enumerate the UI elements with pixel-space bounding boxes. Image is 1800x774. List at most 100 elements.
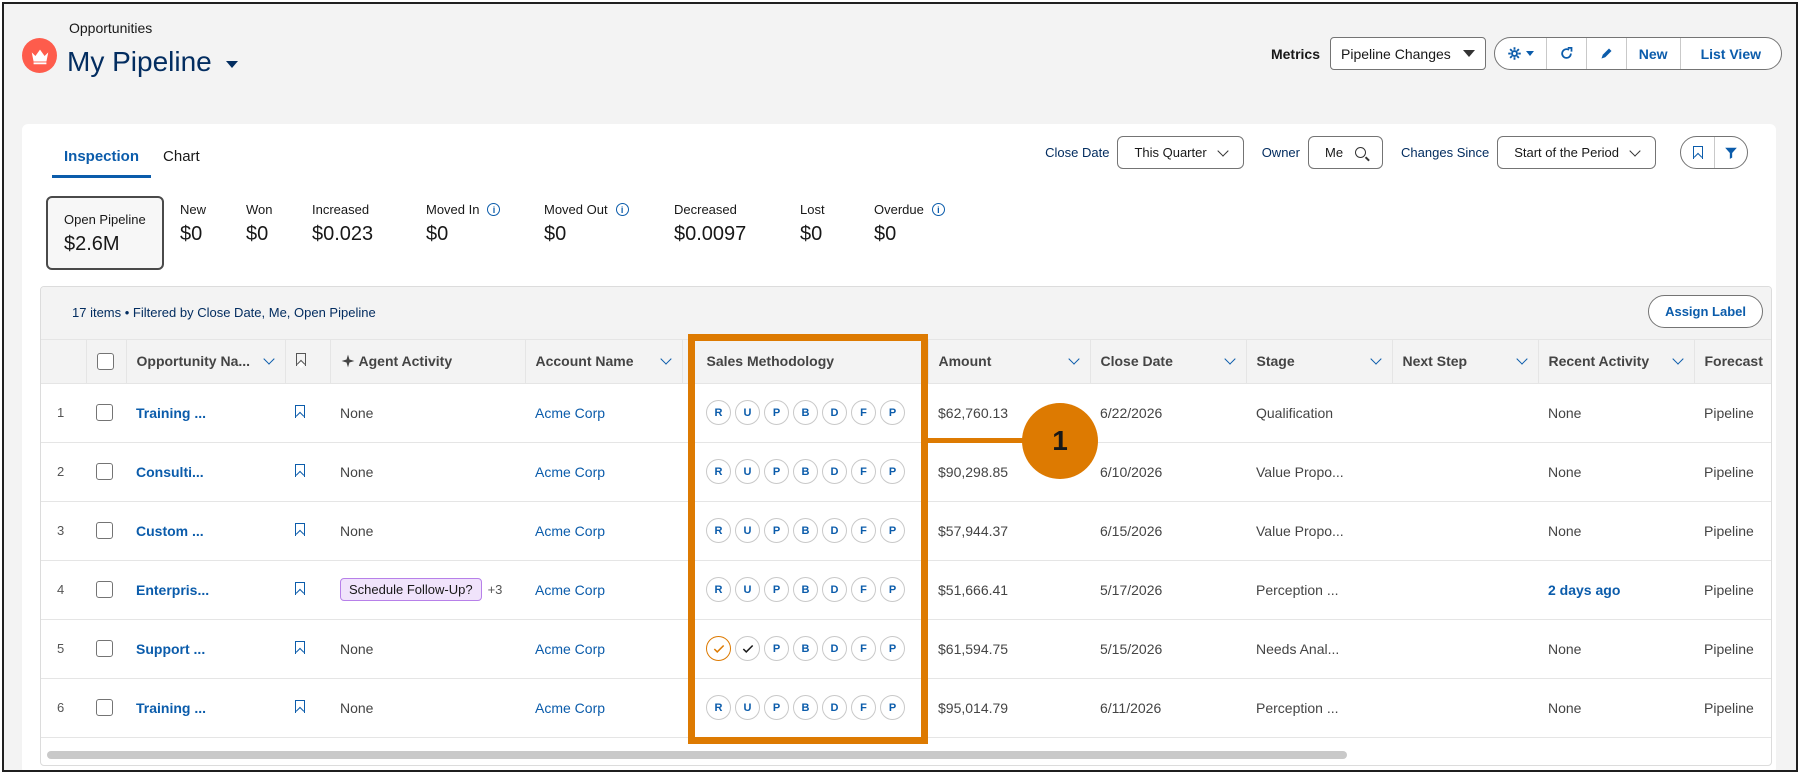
agent-activity-cell: None	[330, 619, 525, 679]
header-bookmark	[285, 340, 331, 384]
bookmark-icon[interactable]	[295, 463, 305, 477]
opportunity-name-link[interactable]: Training ...	[136, 405, 206, 421]
account-name-link[interactable]: Acme Corp	[535, 405, 605, 421]
chevron-down-icon[interactable]	[1369, 353, 1382, 365]
chevron-down-icon[interactable]	[1671, 353, 1684, 365]
kpi-value: $0	[544, 223, 567, 245]
metrics-select[interactable]: Pipeline Changes	[1330, 37, 1486, 70]
bookmark-icon[interactable]	[295, 581, 305, 595]
new-button[interactable]: New	[1625, 38, 1680, 69]
header-agent-activity[interactable]: Agent Activity	[330, 340, 526, 384]
refresh-button[interactable]	[1545, 38, 1586, 69]
opportunity-name-cell: Training ...	[126, 678, 285, 738]
breadcrumb[interactable]: Opportunities	[69, 20, 152, 36]
agent-activity-value: None	[340, 404, 374, 421]
bookmark-cell	[285, 442, 330, 502]
settings-button[interactable]	[1495, 38, 1546, 69]
info-icon[interactable]: i	[615, 203, 629, 216]
header-label: Stage	[1256, 353, 1295, 370]
row-number: 4	[41, 560, 86, 620]
info-icon[interactable]: i	[931, 203, 945, 216]
chevron-down-icon[interactable]	[225, 60, 238, 68]
opportunity-name-link[interactable]: Training ...	[136, 700, 206, 716]
row-checkbox[interactable]	[96, 522, 113, 540]
close-date-select[interactable]: This Quarter	[1117, 136, 1244, 169]
callout-badge: 1	[1022, 403, 1098, 479]
horizontal-scrollbar[interactable]	[47, 751, 1347, 759]
close-date-cell: 6/10/2026	[1090, 442, 1246, 502]
recent-activity-value: None	[1548, 404, 1582, 421]
owner-select[interactable]: Me	[1307, 136, 1384, 169]
next-step-cell	[1392, 678, 1538, 738]
header-account-name[interactable]: Account Name	[525, 340, 683, 384]
forecast-cell: Pipeline	[1694, 560, 1771, 620]
row-checkbox[interactable]	[96, 404, 113, 422]
kpi-lost[interactable]: Lost $0	[784, 196, 858, 270]
bookmark-icon[interactable]	[295, 640, 305, 654]
kpi-increased[interactable]: Increased $0.023	[296, 196, 410, 270]
edit-button[interactable]	[1585, 38, 1626, 69]
next-step-cell	[1392, 501, 1538, 561]
chevron-down-icon[interactable]	[1223, 353, 1236, 365]
amount-cell: $57,944.37	[928, 501, 1090, 561]
chevron-down-icon[interactable]	[659, 353, 672, 365]
row-checkbox[interactable]	[96, 640, 113, 658]
bookmark-icon[interactable]	[295, 404, 305, 418]
header-forecast[interactable]: Forecast	[1694, 340, 1771, 384]
agent-activity-value: None	[340, 640, 374, 657]
header-label: Account Name	[535, 353, 634, 370]
filter-button[interactable]	[1714, 137, 1747, 168]
page-title[interactable]: My Pipeline	[67, 46, 238, 78]
header-amount[interactable]: Amount	[928, 340, 1091, 384]
recent-activity-value[interactable]: 2 days ago	[1548, 582, 1620, 598]
next-step-cell	[1392, 560, 1538, 620]
tab-chart[interactable]: Chart	[151, 142, 212, 178]
account-name-link[interactable]: Acme Corp	[535, 700, 605, 716]
account-name-link[interactable]: Acme Corp	[535, 464, 605, 480]
chevron-down-icon[interactable]	[262, 353, 275, 365]
kpi-moved-out[interactable]: Moved Out i $0	[528, 196, 658, 270]
info-icon[interactable]: i	[487, 203, 501, 216]
chevron-down-icon[interactable]	[1067, 353, 1080, 365]
assign-label-button[interactable]: Assign Label	[1648, 295, 1763, 328]
opportunity-name-link[interactable]: Support ...	[136, 641, 205, 657]
bookmark-icon[interactable]	[295, 522, 305, 536]
agent-activity-tag[interactable]: Schedule Follow-Up?	[340, 578, 482, 601]
row-checkbox[interactable]	[96, 463, 113, 481]
kpi-won[interactable]: Won $0	[230, 196, 296, 270]
kpi-moved-in[interactable]: Moved In i $0	[410, 196, 528, 270]
amount-cell: $51,666.41	[928, 560, 1090, 620]
tab-inspection[interactable]: Inspection	[52, 142, 152, 178]
header-recent-activity[interactable]: Recent Activity	[1538, 340, 1695, 384]
bookmark-icon[interactable]	[295, 699, 305, 713]
list-view-button[interactable]: List View	[1679, 38, 1781, 69]
opportunity-name-link[interactable]: Enterpris...	[136, 582, 209, 598]
bookmark-cell	[285, 619, 330, 679]
row-checkbox[interactable]	[96, 699, 113, 717]
opportunity-name-link[interactable]: Consulti...	[136, 464, 204, 480]
refresh-icon	[1561, 47, 1573, 59]
row-checkbox[interactable]	[96, 581, 113, 599]
changes-since-select[interactable]: Start of the Period	[1497, 136, 1656, 169]
header-next-step[interactable]: Next Step	[1392, 340, 1539, 384]
bookmark-button[interactable]	[1681, 137, 1714, 168]
account-name-link[interactable]: Acme Corp	[535, 523, 605, 539]
account-name-link[interactable]: Acme Corp	[535, 641, 605, 657]
stage-cell: Value Propo...	[1246, 442, 1392, 502]
opportunity-name-link[interactable]: Custom ...	[136, 523, 204, 539]
header-opportunity-name[interactable]: Opportunity Na...	[126, 340, 286, 384]
filter-bar: Close Date This Quarter Owner Me Changes…	[1045, 136, 1748, 169]
stage-cell: Perception ...	[1246, 678, 1392, 738]
header-close-date[interactable]: Close Date	[1090, 340, 1247, 384]
kpi-open-pipeline[interactable]: Open Pipeline $2.6M	[46, 196, 164, 270]
sparkle-icon	[341, 354, 354, 368]
account-name-link[interactable]: Acme Corp	[535, 582, 605, 598]
page-header: Opportunities My Pipeline Metrics Pipeli…	[4, 4, 1796, 124]
header-stage[interactable]: Stage	[1246, 340, 1393, 384]
kpi-decreased[interactable]: Decreased $0.0097	[658, 196, 784, 270]
kpi-overdue[interactable]: Overdue i $0	[858, 196, 968, 270]
chevron-down-icon[interactable]	[1515, 353, 1528, 365]
kpi-new[interactable]: New $0	[164, 196, 230, 270]
select-all-checkbox[interactable]	[96, 353, 114, 371]
agent-activity-more[interactable]: +3	[488, 582, 503, 597]
